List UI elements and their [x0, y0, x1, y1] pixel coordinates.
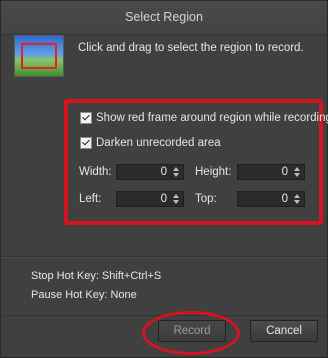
top-value[interactable]: 0 — [282, 192, 288, 207]
top-label: Top: — [195, 193, 217, 205]
left-spinbox[interactable]: 0 — [116, 191, 184, 207]
darken-unrecorded-label: Darken unrecorded area — [96, 137, 221, 149]
spin-arrows-icon[interactable] — [171, 166, 181, 179]
red-frame-icon — [21, 43, 57, 69]
height-spinbox[interactable]: 0 — [237, 164, 305, 180]
height-value[interactable]: 0 — [282, 165, 288, 180]
width-spinbox[interactable]: 0 — [116, 164, 184, 180]
checkbox-checked-icon[interactable] — [80, 137, 92, 149]
select-region-dialog: Select Region Click and drag to select t… — [0, 0, 328, 358]
stop-hotkey-text: Stop Hot Key: Shift+Ctrl+S — [31, 270, 162, 282]
show-red-frame-label: Show red frame around region while recor… — [96, 112, 328, 124]
spin-arrows-icon[interactable] — [292, 193, 302, 206]
left-value[interactable]: 0 — [161, 192, 167, 207]
spin-arrows-icon[interactable] — [292, 166, 302, 179]
annotation-circle — [142, 311, 240, 355]
left-label: Left: — [79, 193, 102, 205]
width-value[interactable]: 0 — [161, 165, 167, 180]
top-spinbox[interactable]: 0 — [237, 191, 305, 207]
screen-region-preview-icon — [14, 35, 64, 77]
pause-hotkey-text: Pause Hot Key: None — [31, 289, 137, 301]
instruction-text: Click and drag to select the region to r… — [78, 42, 304, 54]
checkbox-checked-icon[interactable] — [80, 112, 92, 124]
divider — [1, 256, 327, 258]
width-label: Width: — [79, 166, 112, 178]
height-label: Height: — [195, 166, 232, 178]
spin-arrows-icon[interactable] — [171, 193, 181, 206]
dialog-title: Select Region — [1, 1, 327, 35]
show-red-frame-checkbox[interactable]: Show red frame around region while recor… — [80, 112, 328, 124]
cancel-button[interactable]: Cancel — [250, 320, 318, 342]
darken-unrecorded-checkbox[interactable]: Darken unrecorded area — [80, 137, 221, 149]
